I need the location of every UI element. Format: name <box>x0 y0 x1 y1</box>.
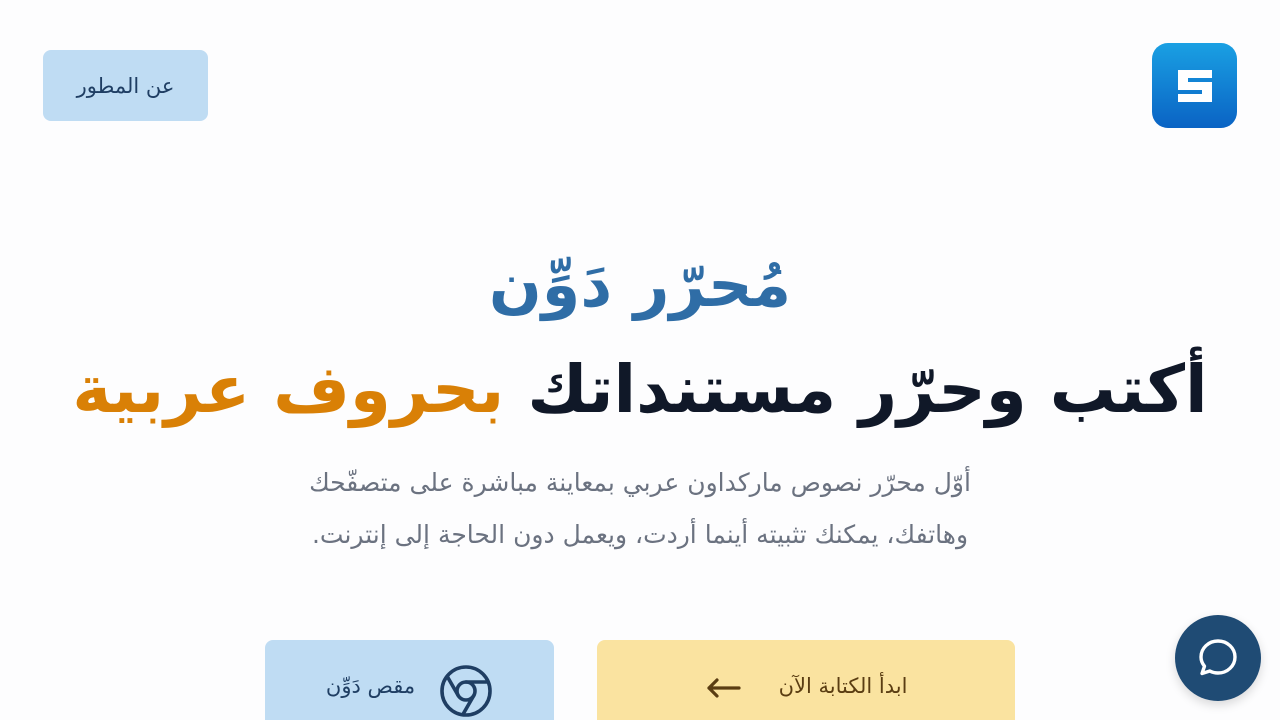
chrome-icon <box>440 665 492 717</box>
app-name: مُحرّر دَوِّن <box>488 248 792 321</box>
subtitle-line-1: أوّل محرّر نصوص ماركداون عربي بمعاينة مب… <box>309 468 971 497</box>
hero-subtitle: أوّل محرّر نصوص ماركداون عربي بمعاينة مب… <box>260 457 1020 561</box>
headline-main: أكتب وحرّر مستنداتك <box>527 351 1208 428</box>
start-writing-button[interactable]: ابدأ الكتابة الآن <box>597 640 1015 720</box>
headline-accent: بحروف عربية <box>72 351 505 428</box>
daween-clipper-label: مقص دَوِّن <box>325 674 416 698</box>
hero-section: مُحرّر دَوِّن أكتب وحرّر مستنداتك بحروف … <box>0 230 1280 561</box>
subtitle-line-2: وهاتفك، يمكنك تثبيته أينما أردت، ويعمل د… <box>311 520 969 549</box>
about-developer-button[interactable]: عن المطور <box>43 50 208 121</box>
daween-clipper-button[interactable]: مقص دَوِّن <box>265 640 554 720</box>
daween-logo-icon <box>1177 69 1212 102</box>
about-developer-label: عن المطور <box>76 73 175 98</box>
landing-page: عن المطور مُحرّر دَوِّن أكتب وحرّر مستند… <box>0 0 1280 720</box>
arrow-left-icon <box>707 678 741 698</box>
chat-bubble-icon <box>1199 639 1237 676</box>
start-writing-label: ابدأ الكتابة الآن <box>778 674 908 698</box>
chat-button[interactable] <box>1175 615 1261 701</box>
app-logo[interactable] <box>1152 43 1237 128</box>
headline: أكتب وحرّر مستنداتك بحروف عربية <box>0 345 1280 435</box>
